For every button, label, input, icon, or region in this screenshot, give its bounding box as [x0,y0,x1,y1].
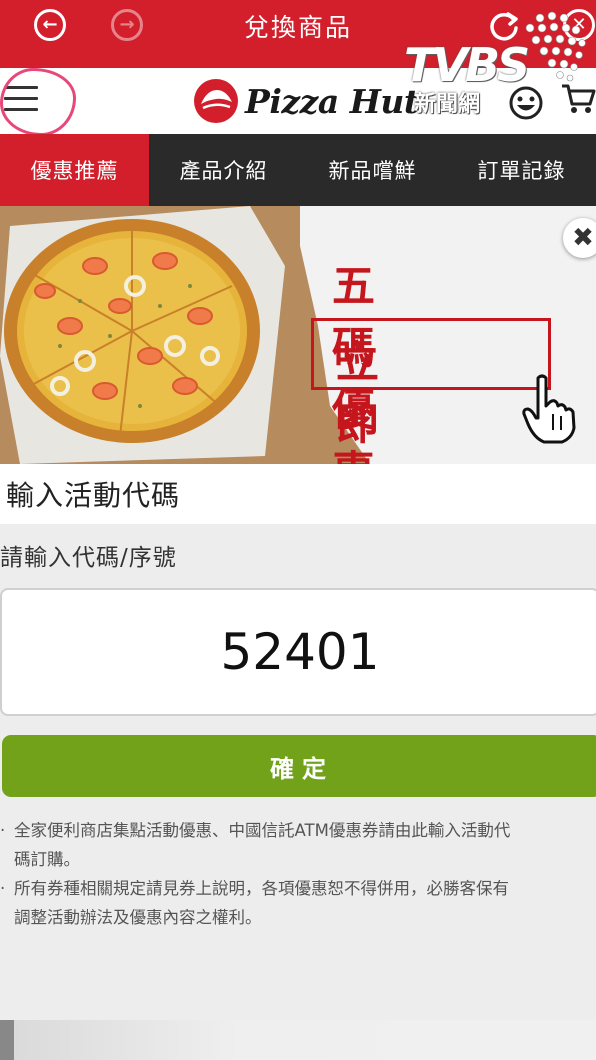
logo-text: Pizza Hut [245,81,419,121]
close-icon: ✖ [572,223,594,253]
promo-banner[interactable]: 五碼優惠 立即輸入 [0,206,596,464]
pizza-hut-roof-icon [194,79,238,123]
note-text: 全家便利商店集點活動優惠、中國信託ATM優惠券請由此輸入活動代 [14,821,511,840]
hand-pointer-icon [522,374,576,444]
watermark-logo: TVBS [404,38,530,92]
notes-list: · 全家便利商店集點活動優惠、中國信託ATM優惠券請由此輸入活動代 碼訂購。 ·… [0,816,596,932]
note-continuation: 碼訂購。 [14,850,80,869]
tvbs-watermark: TVBS 新聞網 [404,10,596,120]
promo-code-input[interactable] [0,588,596,716]
tab-products[interactable]: 產品介紹 [149,134,298,206]
bottom-edge [0,1020,596,1060]
category-nav: 優惠推薦 產品介紹 新品嚐鮮 訂單記錄 [0,134,596,206]
note-text: 所有券種相關規定請見券上說明，各項優惠恕不得併用，必勝客保有 [14,879,509,898]
note-item: · 全家便利商店集點活動優惠、中國信託ATM優惠券請由此輸入活動代 [0,816,596,845]
tab-new-items[interactable]: 新品嚐鮮 [298,134,447,206]
confirm-button[interactable]: 確定 [2,735,596,797]
smiley-face-icon [509,86,543,120]
promo-cta: 立即輸入 [336,338,381,464]
close-banner-button[interactable]: ✖ [563,218,596,258]
code-field-label: 請輸入代碼/序號 [0,545,177,571]
hamburger-menu-icon[interactable] [4,86,38,114]
section-title: 輸入活動代碼 [6,479,181,512]
note-continuation: 調整活動辦法及優惠內容之權利。 [14,908,262,927]
pizza-hut-logo[interactable]: Pizza Hut [193,78,419,124]
tab-promotions[interactable]: 優惠推薦 [0,134,149,206]
watermark-subtitle: 新聞網 [414,92,481,117]
note-item: · 所有券種相關規定請見券上說明，各項優惠恕不得併用，必勝客保有 [0,874,596,903]
tab-order-history[interactable]: 訂單記錄 [447,134,596,206]
